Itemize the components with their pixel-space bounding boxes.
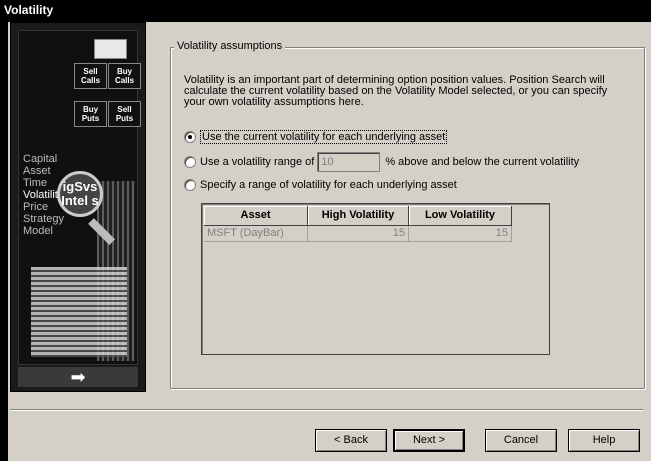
- puzzle-piece-sell-puts: Sell Puts: [108, 101, 141, 127]
- description-text: Volatility is an important part of deter…: [184, 74, 608, 108]
- table-row[interactable]: MSFT (DayBar) 15 15: [204, 226, 512, 242]
- step-model: Model: [23, 225, 53, 237]
- cancel-button[interactable]: Cancel: [485, 429, 557, 452]
- label-specify-volatility[interactable]: Specify a range of volatility for each u…: [200, 179, 457, 191]
- group-legend: Volatility assumptions: [174, 40, 286, 52]
- coin-stack-graphic: [31, 267, 127, 357]
- option-volatility-range[interactable]: Use a volatility range of 10 % above and…: [184, 152, 579, 172]
- puzzle-piece-blank: [94, 39, 127, 59]
- radio-current-volatility[interactable]: [184, 131, 196, 143]
- option-current-volatility[interactable]: Use the current volatility for each unde…: [184, 130, 448, 144]
- volatility-table[interactable]: Asset High Volatility Low Volatility MSF…: [201, 203, 550, 355]
- wizard-side-panel: Sell Calls Buy Calls Buy Puts Sell Puts …: [10, 22, 146, 392]
- column-header-high-volatility[interactable]: High Volatility: [308, 206, 409, 226]
- step-asset: Asset: [23, 165, 51, 177]
- back-button[interactable]: < Back: [315, 429, 387, 452]
- radio-volatility-range[interactable]: [184, 156, 196, 168]
- magnifier-logo-icon: igSvs Intel s: [57, 171, 103, 217]
- table-header: Asset High Volatility Low Volatility: [204, 206, 512, 226]
- cell-asset[interactable]: MSFT (DayBar): [204, 226, 308, 242]
- cell-low-volatility[interactable]: 15: [409, 226, 512, 242]
- label-volatility-range-after: % above and below the current volatility: [385, 156, 580, 168]
- cell-high-volatility[interactable]: 15: [308, 226, 409, 242]
- option-specify-volatility[interactable]: Specify a range of volatility for each u…: [184, 179, 457, 191]
- window-title: Volatility: [0, 0, 651, 20]
- radio-specify-volatility[interactable]: [184, 179, 196, 191]
- strategy-puzzle-graphic: Sell Calls Buy Calls Buy Puts Sell Puts: [74, 39, 144, 149]
- button-separator: [10, 409, 643, 411]
- column-header-asset[interactable]: Asset: [204, 206, 308, 226]
- puzzle-piece-buy-calls: Buy Calls: [108, 63, 141, 89]
- right-arrow-icon: ➡: [70, 367, 86, 387]
- help-button[interactable]: Help: [568, 429, 640, 452]
- side-panel-frame: Sell Calls Buy Calls Buy Puts Sell Puts …: [18, 30, 141, 365]
- step-strategy: Strategy: [23, 213, 64, 225]
- step-capital: Capital: [23, 153, 58, 165]
- next-button[interactable]: Next >: [393, 429, 465, 452]
- volatility-range-input[interactable]: 10: [317, 152, 381, 172]
- column-header-low-volatility[interactable]: Low Volatility: [409, 206, 512, 226]
- label-current-volatility[interactable]: Use the current volatility for each unde…: [200, 130, 448, 144]
- puzzle-piece-sell-calls: Sell Calls: [74, 63, 107, 89]
- side-panel-arrow-bar: ➡: [18, 367, 138, 387]
- puzzle-piece-buy-puts: Buy Puts: [74, 101, 107, 127]
- label-volatility-range-before[interactable]: Use a volatility range of: [200, 156, 314, 168]
